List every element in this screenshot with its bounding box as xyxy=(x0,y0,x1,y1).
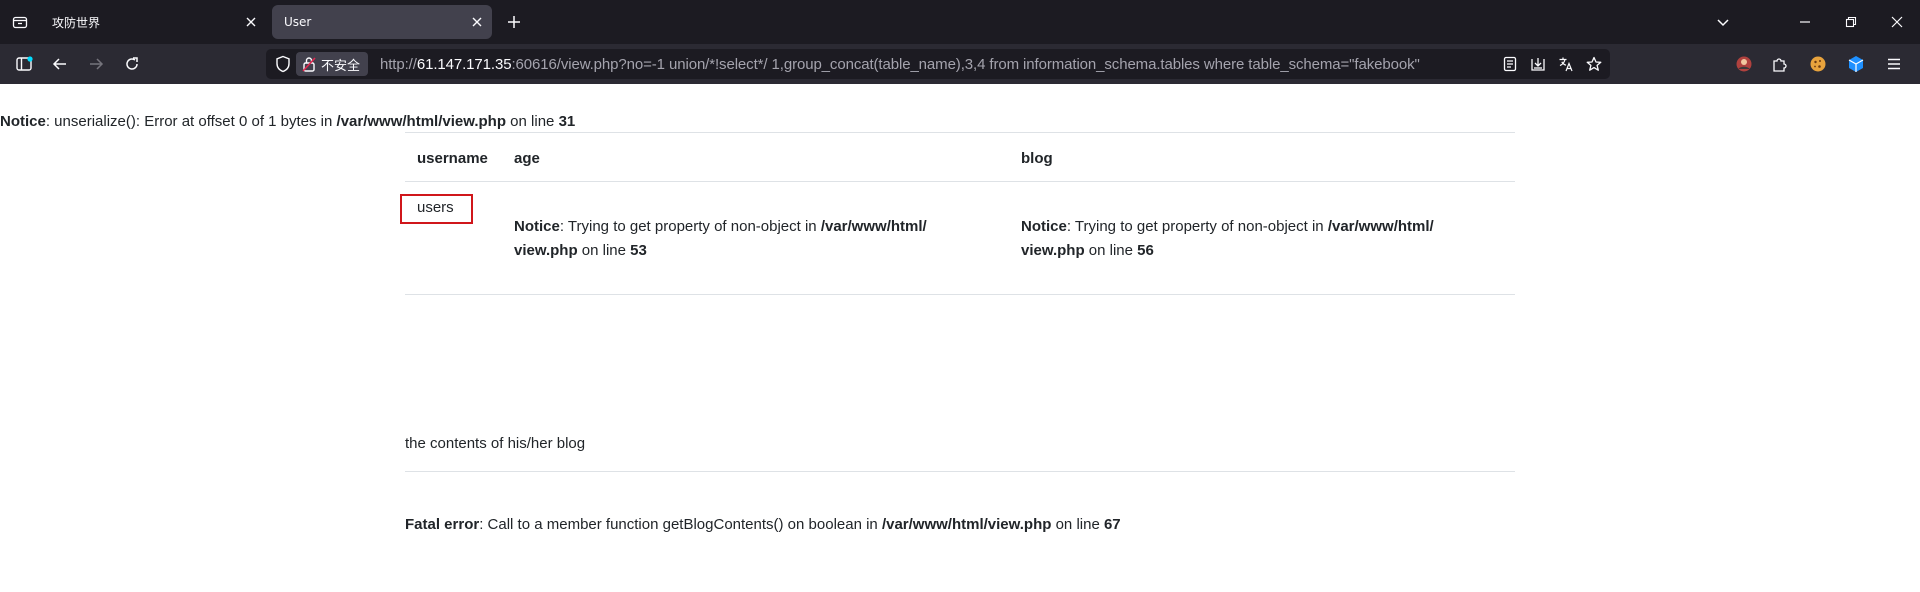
tab-title: User xyxy=(284,15,312,29)
url-text[interactable]: http://61.147.171.35:60616/view.php?no=-… xyxy=(380,56,1420,73)
reload-icon xyxy=(126,57,138,70)
notice-line-number: 53 xyxy=(630,242,647,259)
column-header-username: username xyxy=(417,150,488,167)
address-bar[interactable]: 不安全 http://61.147.171.35:60616/view.php?… xyxy=(266,49,1610,79)
window-close-button[interactable] xyxy=(1874,0,1920,44)
username-cell: users xyxy=(417,199,454,216)
arrow-right-icon xyxy=(90,58,104,70)
plus-icon xyxy=(508,16,520,28)
list-all-tabs-button[interactable] xyxy=(1700,0,1746,44)
fatal-on-line: on line xyxy=(1051,516,1104,533)
star-icon xyxy=(1586,56,1602,71)
puzzle-piece-icon xyxy=(1773,58,1787,72)
cube-extension-icon xyxy=(1848,56,1864,72)
sidebar-button[interactable] xyxy=(10,50,38,78)
notice-path: /var/www/html/view.php xyxy=(336,113,507,130)
tab-overview-button[interactable] xyxy=(6,6,34,38)
url-path: :60616/view.php?no=-1 union/*!select*/ 1… xyxy=(511,56,1420,73)
restore-icon xyxy=(1845,16,1857,28)
reader-view-button[interactable] xyxy=(1500,54,1520,74)
notice-message: : unserialize(): Error at offset 0 of 1 … xyxy=(45,113,337,130)
restore-button[interactable] xyxy=(1828,0,1874,44)
translate-button[interactable] xyxy=(1556,54,1576,74)
back-button[interactable] xyxy=(46,50,74,78)
notice-path: /var/www/html/ xyxy=(1327,218,1434,235)
notice-on-line: on line xyxy=(506,113,559,130)
hamburger-menu-icon xyxy=(1888,58,1900,70)
tab-user[interactable]: User xyxy=(272,5,492,39)
tab-gongfang[interactable]: 攻防世界 xyxy=(40,5,266,39)
blog-cell-notice: Notice: Trying to get property of non-ob… xyxy=(1021,215,1511,263)
extension-button-cookie[interactable] xyxy=(1808,54,1828,74)
extension-button-1[interactable] xyxy=(1734,54,1754,74)
unserialize-notice: Notice: unserialize(): Error at offset 0… xyxy=(0,113,575,130)
table-top-border xyxy=(405,132,1515,133)
notice-line-number: 56 xyxy=(1137,242,1154,259)
chevron-down-icon xyxy=(1717,19,1729,27)
close-icon xyxy=(246,17,256,27)
arrow-left-icon xyxy=(52,58,66,70)
connection-not-secure-indicator[interactable]: 不安全 xyxy=(296,52,369,76)
notice-label: Notice xyxy=(1021,218,1067,235)
notice-on-line: on line xyxy=(577,242,631,259)
save-to-pocket-button[interactable] xyxy=(1528,54,1548,74)
reload-button[interactable] xyxy=(118,50,146,78)
tab-bar: 攻防世界 User xyxy=(0,0,1920,44)
notice-label: Notice xyxy=(514,218,560,235)
notice-on-line: on line xyxy=(1084,242,1138,259)
header-divider xyxy=(405,181,1515,182)
minimize-button[interactable] xyxy=(1782,0,1828,44)
navigation-toolbar: 不安全 http://61.147.171.35:60616/view.php?… xyxy=(0,44,1920,84)
fatal-path: /var/www/html/view.php xyxy=(881,516,1052,533)
close-icon xyxy=(472,17,482,27)
notice-path-file: view.php xyxy=(514,242,578,259)
blog-contents-label: the contents of his/her blog xyxy=(405,435,586,452)
notice-path: /var/www/html/ xyxy=(820,218,927,235)
notice-message: : Trying to get property of non-object i… xyxy=(1066,218,1328,235)
fatal-error-message: Fatal error: Call to a member function g… xyxy=(405,516,1121,533)
download-page-icon xyxy=(1531,58,1545,71)
tracking-protection-shield-icon[interactable] xyxy=(274,55,292,73)
application-menu-button[interactable] xyxy=(1884,54,1904,74)
url-scheme: http:// xyxy=(380,56,417,73)
insecure-lock-icon xyxy=(302,57,316,72)
notice-path-file: view.php xyxy=(1021,242,1085,259)
page-content: Notice: unserialize(): Error at offset 0… xyxy=(0,84,1920,592)
reader-view-icon xyxy=(1503,56,1517,72)
fatal-message: : Call to a member function getBlogConte… xyxy=(479,516,882,533)
new-tab-button[interactable] xyxy=(500,8,528,36)
tab-title: 攻防世界 xyxy=(52,15,101,30)
extension-avatar-icon xyxy=(1736,56,1752,72)
notice-line-number: 31 xyxy=(558,113,576,130)
cookie-icon xyxy=(1810,56,1826,72)
extension-button-cube[interactable] xyxy=(1846,54,1866,74)
notice-label: Notice xyxy=(0,113,46,130)
notice-message: : Trying to get property of non-object i… xyxy=(559,218,821,235)
bookmark-star-button[interactable] xyxy=(1584,54,1604,74)
sidebar-icon xyxy=(16,56,33,71)
extensions-button[interactable] xyxy=(1770,54,1790,74)
forward-button[interactable] xyxy=(82,50,110,78)
age-cell-notice: Notice: Trying to get property of non-ob… xyxy=(514,215,994,263)
blog-divider xyxy=(405,471,1515,472)
column-header-blog: blog xyxy=(1021,150,1053,167)
tab-close-button[interactable] xyxy=(462,7,492,37)
insecure-label: 不安全 xyxy=(321,58,361,74)
tab-close-button[interactable] xyxy=(236,7,266,37)
fatal-line-number: 67 xyxy=(1103,516,1121,533)
close-icon xyxy=(1891,16,1903,28)
minimize-icon xyxy=(1800,21,1810,23)
fatal-label: Fatal error xyxy=(405,516,480,533)
translate-icon xyxy=(1559,57,1573,72)
tab-list-icon xyxy=(12,16,28,29)
row-divider xyxy=(405,294,1515,295)
url-host: 61.147.171.35 xyxy=(416,56,512,73)
column-header-age: age xyxy=(514,150,540,167)
